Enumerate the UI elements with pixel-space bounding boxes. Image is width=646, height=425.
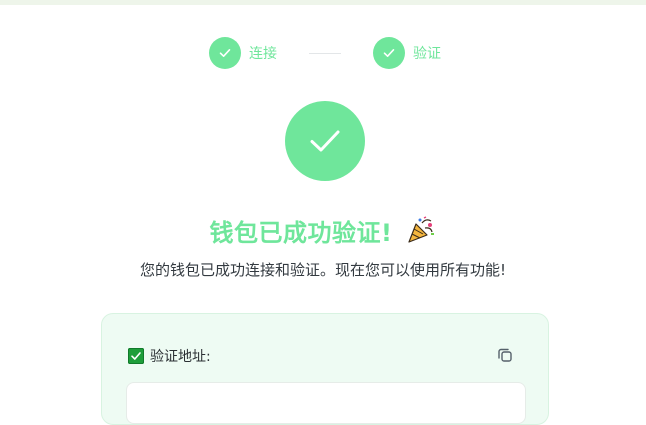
checkbox-checked-icon — [128, 348, 144, 364]
step-verify: 验证 — [373, 37, 441, 69]
success-title: 钱包已成功验证! — [0, 213, 646, 247]
top-strip — [0, 0, 646, 5]
verified-address-label: 验证地址: — [150, 349, 211, 365]
success-title-text: 钱包已成功验证! — [209, 218, 393, 247]
step-check-icon — [209, 37, 241, 69]
stepper: 连接 验证 — [209, 37, 441, 69]
party-popper-icon — [406, 215, 436, 245]
step-connect: 连接 — [209, 37, 277, 69]
step-check-icon — [373, 37, 405, 69]
address-field[interactable] — [126, 382, 526, 424]
copy-icon[interactable] — [496, 346, 514, 364]
success-subtitle: 您的钱包已成功连接和验证。现在您可以使用所有功能! — [139, 261, 507, 279]
card-header: 验证地址: — [128, 346, 211, 366]
step-label-verify: 验证 — [413, 46, 441, 62]
step-label-connect: 连接 — [249, 46, 277, 62]
success-check-icon — [285, 101, 365, 181]
verified-address-card: 验证地址: — [101, 313, 549, 425]
step-connector — [309, 52, 341, 54]
